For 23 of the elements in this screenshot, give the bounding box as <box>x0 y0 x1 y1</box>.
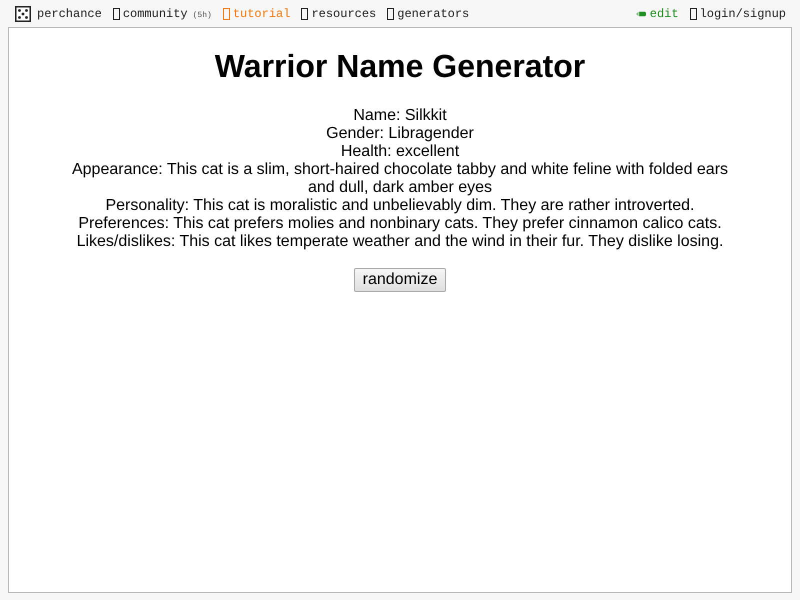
output-line: Gender: Libragender <box>326 125 474 143</box>
pencil-icon <box>636 10 646 16</box>
empty-box-icon <box>301 8 308 20</box>
output-line: Preferences: This cat prefers molies and nonbinary cats. They prefer cinnamon calico cats. <box>78 215 722 233</box>
generator-title: Warrior Name Generator <box>214 48 586 85</box>
empty-box-icon <box>222 8 230 20</box>
nav-link[interactable]: community (5h) <box>112 6 212 20</box>
dice-icon <box>15 6 31 22</box>
output-line: Name: Silkkit <box>353 107 447 125</box>
empty-box-icon <box>387 8 394 20</box>
nav-link[interactable]: generators <box>387 6 470 20</box>
time-label: (5h) <box>192 10 212 20</box>
output-line: Personality: This cat is moralistic and unbelievably dim. They are rather introverted. <box>105 197 694 215</box>
output-line: Health: excellent <box>340 143 460 161</box>
output-line: Likes/dislikes: This cat likes temperate weather and the wind in their fur. They dislike losing. <box>76 233 724 251</box>
randomize-button[interactable]: randomize <box>354 268 446 292</box>
nav-link[interactable]: resources <box>301 6 376 20</box>
empty-box-icon <box>112 8 120 20</box>
home-link[interactable]: perchance <box>15 6 102 22</box>
nav-link[interactable]: login/signup <box>690 6 786 20</box>
empty-box-icon <box>690 8 697 20</box>
edit-link[interactable]: edit <box>636 6 679 20</box>
output-line: Appearance: This cat is a slim, short-haired chocolate tabby and white feline with folded ears and dull, dark amber eyes <box>70 161 730 197</box>
